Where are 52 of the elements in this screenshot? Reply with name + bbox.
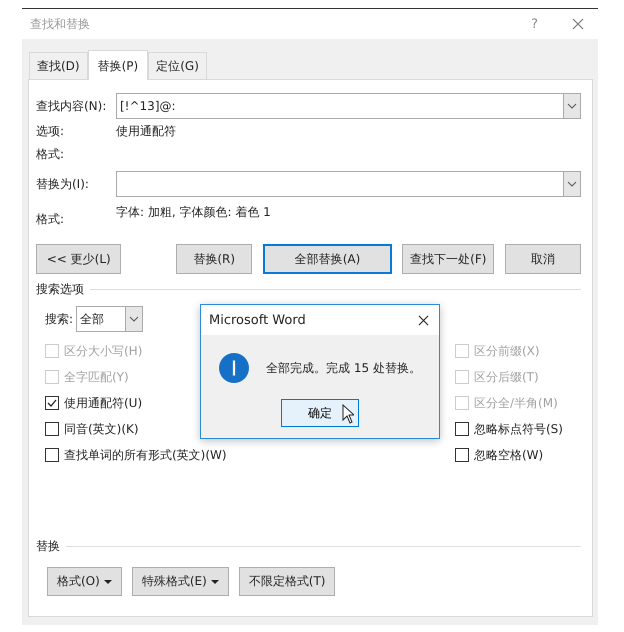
chevron-down-icon	[129, 316, 140, 322]
field-label: 格式:	[36, 211, 66, 228]
checkbox-label: 区分后缀(T)	[474, 368, 539, 386]
close-icon[interactable]	[418, 314, 429, 326]
ok-button[interactable]: 确定	[281, 399, 359, 427]
help-button[interactable]: ?	[531, 16, 538, 32]
dialog-button[interactable]: 不限定格式(T)	[238, 567, 336, 596]
checkbox[interactable]	[45, 448, 59, 462]
cursor-icon	[342, 404, 354, 424]
message-text: 全部完成。完成 15 处替换。	[266, 360, 421, 376]
checkbox-label: 忽略空格(W)	[474, 446, 544, 464]
info-icon	[219, 353, 249, 383]
tab[interactable]: 替换(P)	[88, 50, 148, 80]
options-value: 使用通配符	[116, 122, 176, 140]
section-heading: 替换	[36, 538, 60, 555]
checkbox[interactable]	[45, 422, 59, 436]
dialog-button[interactable]: 替换(R)	[176, 244, 252, 274]
find-field[interactable]: [!^13]@:	[116, 93, 581, 119]
field-label: 格式:	[36, 146, 66, 162]
dialog-button[interactable]: 取消	[505, 244, 581, 274]
checkbox-label: 区分全/半角(M)	[474, 394, 558, 412]
section-heading: 搜索选项	[36, 281, 84, 298]
dialog-button[interactable]: 特殊格式(E)	[132, 567, 229, 596]
checkbox-label: 查找单词的所有形式(英文)(W)	[64, 446, 227, 464]
field-label: 选项:	[36, 122, 66, 140]
checkbox-label: 区分大小写(H)	[64, 342, 142, 360]
window-title: 查找和替换	[30, 16, 91, 32]
dialog-button[interactable]: 格式(O)	[47, 567, 122, 596]
format-value: 字体: 加粗, 字体颜色: 着色 1	[116, 204, 271, 221]
dialog-button[interactable]: 查找下一处(F)	[402, 244, 494, 274]
checkbox[interactable]	[45, 396, 59, 410]
checkbox-label: 使用通配符(U)	[64, 394, 142, 412]
checkbox-label: 忽略标点符号(S)	[474, 420, 563, 438]
checkbox-label: 区分前缀(X)	[474, 342, 540, 360]
dialog-button[interactable]: << 更少(L)	[36, 244, 122, 274]
checkbox[interactable]	[455, 422, 469, 436]
search-dropdown[interactable]: 全部	[76, 306, 144, 332]
checkbox-label: 全字匹配(Y)	[64, 368, 129, 386]
field-label: 替换为(I):	[36, 176, 90, 192]
chevron-down-icon	[567, 181, 577, 187]
checkbox[interactable]	[455, 448, 469, 462]
dialog-button[interactable]: 全部替换(A)	[262, 244, 392, 274]
message-box-title: Microsoft Word	[209, 312, 306, 328]
tab[interactable]: 定位(G)	[148, 52, 207, 79]
caret-icon	[104, 580, 112, 584]
caret-icon	[210, 580, 219, 584]
chevron-down-icon	[567, 103, 577, 109]
replace-field[interactable]	[116, 171, 581, 197]
field-label: 搜索:	[45, 310, 74, 328]
field-label: 查找内容(N):	[36, 98, 108, 114]
checkbox-label: 同音(英文)(K)	[64, 420, 139, 438]
tab[interactable]: 查找(D)	[29, 52, 88, 79]
